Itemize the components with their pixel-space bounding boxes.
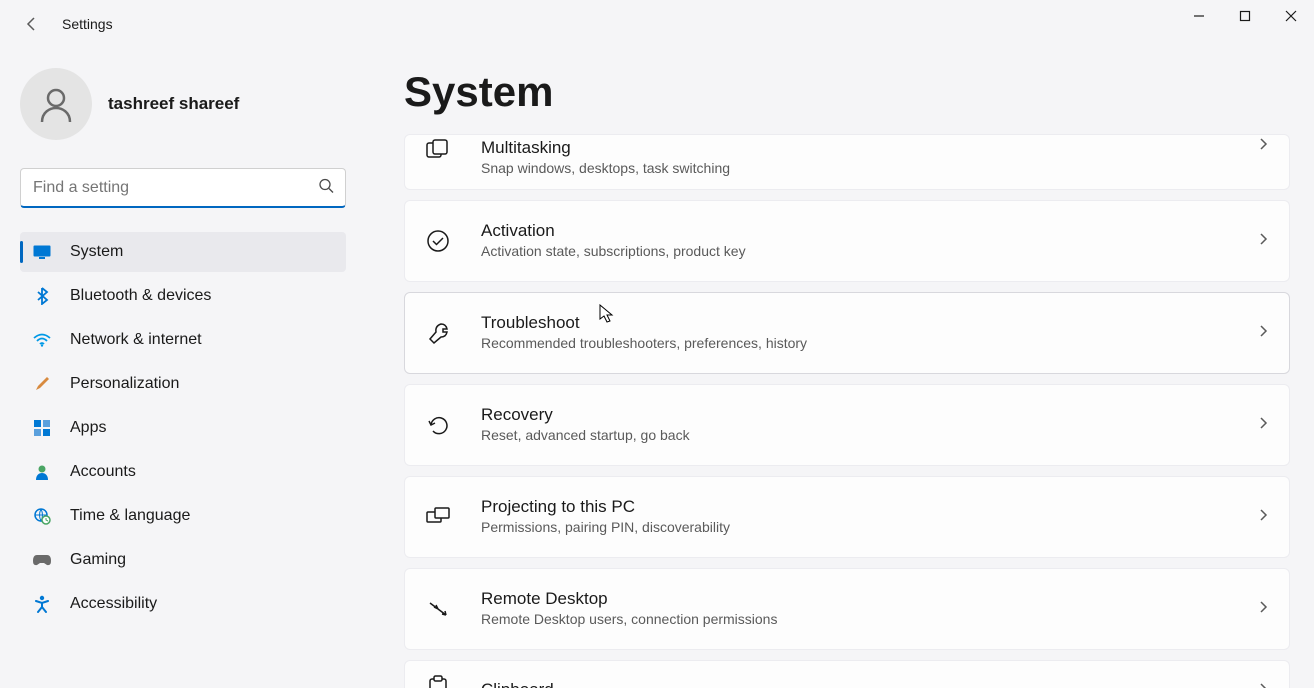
avatar — [20, 68, 92, 140]
window-controls — [1176, 0, 1314, 32]
user-name: tashreef shareef — [108, 94, 239, 114]
recovery-icon — [425, 412, 451, 438]
clipboard-icon — [425, 675, 451, 688]
check-circle-icon — [425, 228, 451, 254]
maximize-icon — [1239, 10, 1251, 22]
maximize-button[interactable] — [1222, 0, 1268, 32]
minimize-button[interactable] — [1176, 0, 1222, 32]
titlebar: Settings — [0, 0, 1314, 48]
card-title: Multitasking — [481, 137, 1257, 159]
card-remote-desktop[interactable]: Remote Desktop Remote Desktop users, con… — [404, 568, 1290, 650]
chevron-right-icon — [1257, 324, 1269, 343]
sidebar-item-label: Bluetooth & devices — [70, 287, 211, 305]
card-subtitle: Reset, advanced startup, go back — [481, 426, 1257, 446]
card-clipboard[interactable]: Clipboard — [404, 660, 1290, 688]
sidebar-item-label: Personalization — [70, 375, 179, 393]
user-profile[interactable]: tashreef shareef — [20, 68, 346, 140]
card-subtitle: Recommended troubleshooters, preferences… — [481, 334, 1257, 354]
wrench-icon — [425, 320, 451, 346]
card-troubleshoot[interactable]: Troubleshoot Recommended troubleshooters… — [404, 292, 1290, 374]
sidebar-item-accounts[interactable]: Accounts — [20, 452, 346, 492]
back-button[interactable] — [20, 12, 44, 36]
sidebar-item-label: Network & internet — [70, 331, 202, 349]
search-wrap — [20, 168, 346, 208]
gamepad-icon — [32, 550, 52, 570]
accessibility-icon — [32, 594, 52, 614]
card-multitasking[interactable]: Multitasking Snap windows, desktops, tas… — [404, 134, 1290, 190]
sidebar-item-system[interactable]: System — [20, 232, 346, 272]
card-recovery[interactable]: Recovery Reset, advanced startup, go bac… — [404, 384, 1290, 466]
sidebar-item-personalization[interactable]: Personalization — [20, 364, 346, 404]
sidebar-item-label: Accessibility — [70, 595, 157, 613]
card-subtitle: Permissions, pairing PIN, discoverabilit… — [481, 518, 1257, 538]
globe-clock-icon — [32, 506, 52, 526]
card-activation[interactable]: Activation Activation state, subscriptio… — [404, 200, 1290, 282]
wifi-icon — [32, 330, 52, 350]
chevron-right-icon — [1257, 416, 1269, 435]
search-icon — [318, 178, 334, 199]
nav: System Bluetooth & devices Network & int… — [20, 232, 346, 624]
minimize-icon — [1193, 10, 1205, 22]
card-title: Clipboard — [481, 679, 1257, 688]
sidebar-item-apps[interactable]: Apps — [20, 408, 346, 448]
card-title: Recovery — [481, 404, 1257, 426]
sidebar: tashreef shareef System Bluetooth & devi… — [0, 48, 360, 688]
card-title: Projecting to this PC — [481, 496, 1257, 518]
close-icon — [1285, 10, 1297, 22]
chevron-right-icon — [1257, 682, 1269, 688]
display-icon — [32, 242, 52, 262]
sidebar-item-bluetooth[interactable]: Bluetooth & devices — [20, 276, 346, 316]
search-input[interactable] — [20, 168, 346, 208]
apps-icon — [32, 418, 52, 438]
sidebar-item-label: Gaming — [70, 551, 126, 569]
chevron-right-icon — [1257, 232, 1269, 251]
projecting-icon — [425, 504, 451, 530]
sidebar-item-network[interactable]: Network & internet — [20, 320, 346, 360]
sidebar-item-label: Time & language — [70, 507, 190, 525]
bluetooth-icon — [32, 286, 52, 306]
sidebar-item-label: Apps — [70, 419, 106, 437]
app-title: Settings — [62, 16, 113, 32]
card-projecting[interactable]: Projecting to this PC Permissions, pairi… — [404, 476, 1290, 558]
person-icon — [32, 462, 52, 482]
multitasking-icon — [425, 137, 451, 163]
paintbrush-icon — [32, 374, 52, 394]
sidebar-item-time[interactable]: Time & language — [20, 496, 346, 536]
chevron-right-icon — [1257, 137, 1269, 156]
page-title: System — [404, 68, 1290, 116]
chevron-right-icon — [1257, 600, 1269, 619]
card-title: Troubleshoot — [481, 312, 1257, 334]
arrow-left-icon — [24, 16, 40, 32]
sidebar-item-label: Accounts — [70, 463, 136, 481]
close-button[interactable] — [1268, 0, 1314, 32]
sidebar-item-label: System — [70, 243, 123, 261]
card-title: Activation — [481, 220, 1257, 242]
remote-desktop-icon — [425, 596, 451, 622]
sidebar-item-gaming[interactable]: Gaming — [20, 540, 346, 580]
chevron-right-icon — [1257, 508, 1269, 527]
settings-cards: Multitasking Snap windows, desktops, tas… — [404, 134, 1290, 688]
sidebar-item-accessibility[interactable]: Accessibility — [20, 584, 346, 624]
card-title: Remote Desktop — [481, 588, 1257, 610]
main-content: System Multitasking Snap windows, deskto… — [360, 48, 1314, 688]
card-subtitle: Remote Desktop users, connection permiss… — [481, 610, 1257, 630]
card-subtitle: Snap windows, desktops, task switching — [481, 159, 1257, 179]
card-subtitle: Activation state, subscriptions, product… — [481, 242, 1257, 262]
user-icon — [36, 84, 76, 124]
